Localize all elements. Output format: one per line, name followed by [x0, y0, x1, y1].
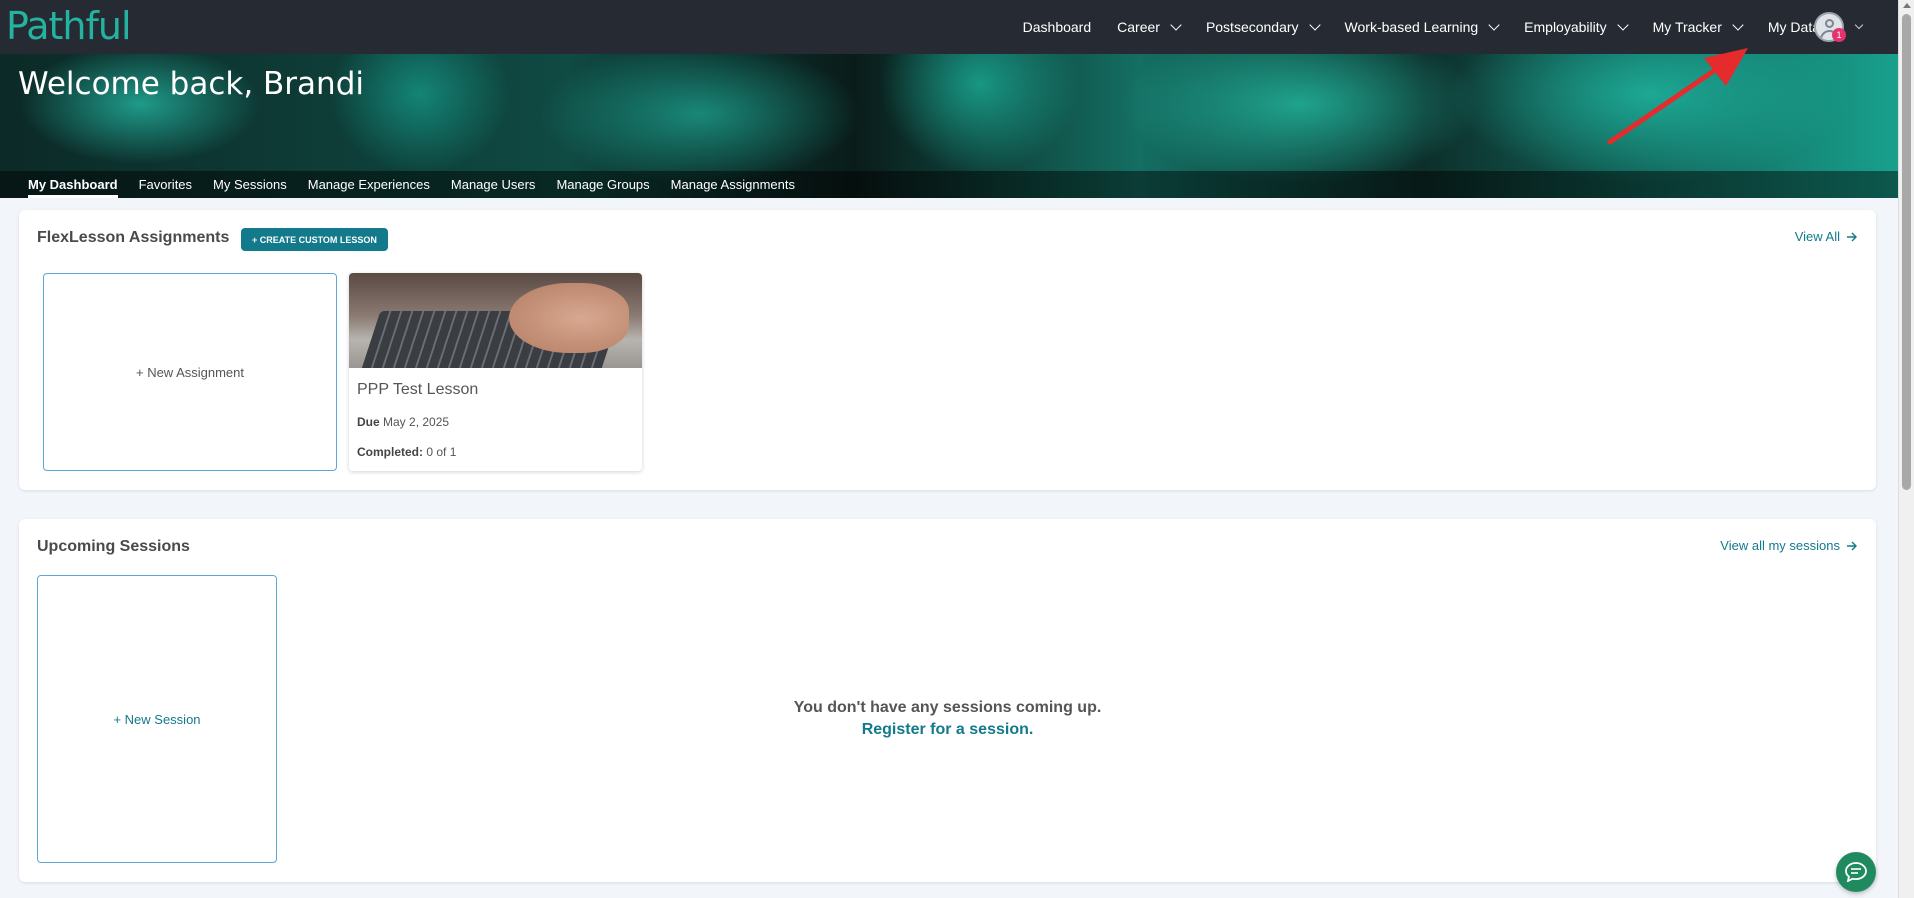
view-all-sessions-label: View all my sessions: [1720, 538, 1840, 553]
chevron-down-icon: [1616, 18, 1629, 31]
chevron-down-icon: [1170, 18, 1182, 31]
lesson-due-date: Due May 2, 2025: [357, 415, 449, 429]
top-nav: Pathful Dashboard Career Postsecondary W…: [0, 0, 1898, 54]
nav-postsecondary[interactable]: Postsecondary: [1205, 18, 1321, 35]
nav-postsecondary-label: Postsecondary: [1205, 19, 1299, 35]
nav-career-label: Career: [1117, 19, 1160, 35]
nav-employability[interactable]: Employability: [1524, 18, 1629, 35]
due-label: Due: [357, 415, 380, 429]
arrow-right-icon: [1847, 232, 1857, 241]
lesson-title: PPP Test Lesson: [357, 381, 479, 398]
chat-button[interactable]: [1836, 852, 1876, 892]
tab-favorites[interactable]: Favorites: [139, 171, 192, 198]
sessions-title: Upcoming Sessions: [37, 538, 190, 555]
pathful-logo[interactable]: Pathful: [6, 4, 131, 48]
nav-employability-label: Employability: [1524, 19, 1607, 35]
new-session-card[interactable]: + New Session: [37, 575, 277, 863]
arrow-right-icon: [1847, 541, 1857, 550]
due-value: May 2, 2025: [383, 415, 450, 429]
completed-label: Completed:: [357, 445, 423, 459]
tab-manage-groups[interactable]: Manage Groups: [556, 171, 649, 198]
nav-my-tracker[interactable]: My Tracker: [1652, 18, 1744, 35]
tab-my-sessions[interactable]: My Sessions: [213, 171, 287, 198]
welcome-heading: Welcome back, Brandi: [18, 66, 364, 102]
flexlesson-assignments-panel: FlexLesson Assignments + CREATE CUSTOM L…: [19, 210, 1876, 490]
page-scrollbar[interactable]: [1898, 0, 1914, 898]
lesson-completed: Completed: 0 of 1: [357, 445, 456, 459]
no-sessions-message: You don't have any sessions coming up.: [793, 699, 1102, 716]
hero-banner: Welcome back, Brandi My Dashboard Favori…: [0, 54, 1898, 198]
user-menu[interactable]: 1: [1814, 12, 1864, 42]
upcoming-sessions-panel: Upcoming Sessions View all my sessions +…: [19, 519, 1876, 882]
tab-manage-assignments[interactable]: Manage Assignments: [671, 171, 795, 198]
notification-badge: 1: [1832, 28, 1846, 42]
lesson-card[interactable]: PPP Test Lesson Due May 2, 2025 Complete…: [349, 273, 642, 471]
register-session-container: Register for a session.: [19, 721, 1876, 739]
new-assignment-card[interactable]: + New Assignment: [43, 273, 337, 471]
tab-manage-users[interactable]: Manage Users: [451, 171, 536, 198]
main-menu: Dashboard Career Postsecondary Work-base…: [1023, 0, 1842, 54]
nav-career[interactable]: Career: [1117, 18, 1182, 35]
scroll-up-icon[interactable]: [1903, 3, 1911, 8]
nav-my-tracker-label: My Tracker: [1652, 19, 1722, 35]
tab-my-dashboard[interactable]: My Dashboard: [28, 171, 118, 198]
nav-my-data-label: My Data: [1767, 19, 1820, 35]
chevron-down-icon: [1488, 18, 1500, 31]
scroll-thumb[interactable]: [1902, 14, 1911, 490]
completed-value: 0 of 1: [426, 445, 457, 459]
chevron-down-icon: [1308, 18, 1321, 31]
view-all-link[interactable]: View All: [1795, 229, 1858, 244]
assignments-title: FlexLesson Assignments: [37, 229, 230, 246]
chat-icon: [1845, 862, 1867, 882]
view-all-label: View All: [1794, 229, 1840, 244]
lesson-thumbnail: [349, 273, 642, 368]
nav-work-based-learning-label: Work-based Learning: [1344, 19, 1479, 35]
nav-dashboard[interactable]: Dashboard: [1023, 19, 1092, 35]
create-custom-lesson-button[interactable]: + CREATE CUSTOM LESSON: [241, 228, 388, 251]
nav-dashboard-label: Dashboard: [1022, 19, 1092, 35]
chevron-down-icon: [1854, 20, 1864, 30]
view-all-sessions-link[interactable]: View all my sessions: [1720, 538, 1858, 553]
register-session-link[interactable]: Register for a session.: [862, 721, 1034, 738]
nav-work-based-learning[interactable]: Work-based Learning: [1344, 18, 1500, 35]
chevron-down-icon: [1732, 18, 1744, 31]
dashboard-tabs: My Dashboard Favorites My Sessions Manag…: [0, 171, 1898, 198]
tab-manage-experiences[interactable]: Manage Experiences: [308, 171, 430, 198]
